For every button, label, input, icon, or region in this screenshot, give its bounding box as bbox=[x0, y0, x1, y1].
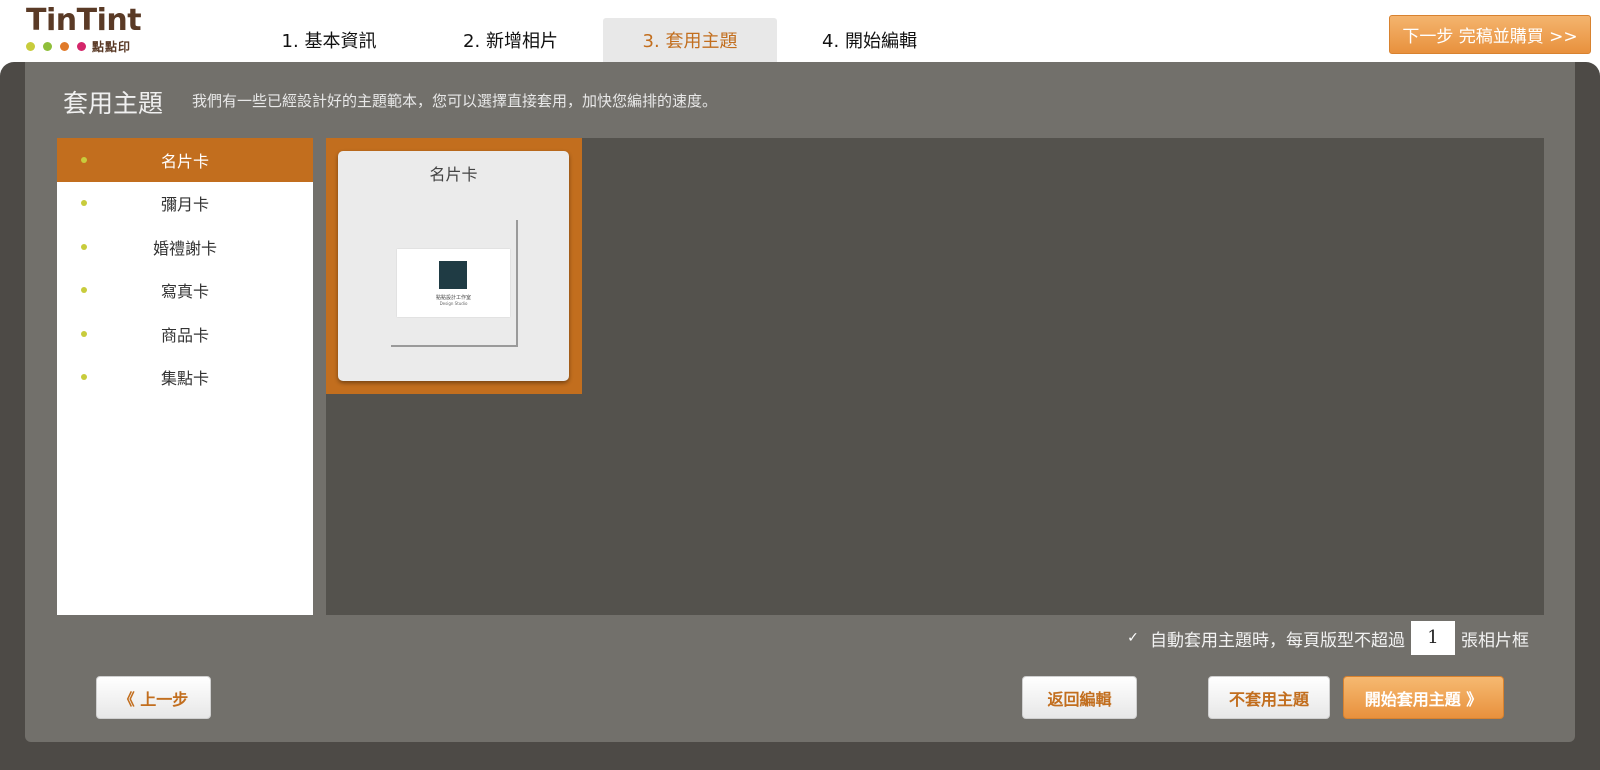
logo-dot bbox=[43, 42, 52, 51]
bullet-icon bbox=[81, 330, 87, 337]
thumbnail-logo-icon bbox=[439, 261, 467, 289]
thumbnail-text: 點點設計工作室 bbox=[435, 295, 471, 301]
auto-apply-checkbox[interactable]: ✓ bbox=[1126, 631, 1140, 645]
theme-thumbnail: 點點設計工作室 Design Studio bbox=[397, 249, 510, 317]
category-list: 名片卡 彌月卡 婚禮謝卡 寫真卡 商品卡 集點卡 bbox=[57, 138, 313, 615]
theme-card[interactable]: 名片卡 點點設計工作室 Design Studio bbox=[338, 151, 569, 381]
auto-apply-label: 自動套用主題時，每頁版型不超過 bbox=[1150, 630, 1405, 651]
category-item-business-card[interactable]: 名片卡 bbox=[57, 138, 313, 182]
category-label: 名片卡 bbox=[160, 151, 209, 171]
auto-apply-option: ✓ 自動套用主題時，每頁版型不超過 1 張相片框 bbox=[1126, 621, 1529, 655]
bullet-icon bbox=[81, 287, 87, 294]
category-item-photo-card[interactable]: 寫真卡 bbox=[57, 269, 313, 313]
page-description: 我們有一些已經設計好的主題範本，您可以選擇直接套用，加快您編排的速度。 bbox=[192, 92, 718, 110]
logo-dot bbox=[77, 42, 86, 51]
back-to-edit-button[interactable]: 返回編輯 bbox=[1022, 676, 1137, 719]
category-item-product-card[interactable]: 商品卡 bbox=[57, 312, 313, 356]
logo-text: TinTint bbox=[26, 3, 142, 38]
category-label: 商品卡 bbox=[160, 325, 209, 345]
bullet-icon bbox=[81, 243, 87, 250]
logo-cn: 點點印 bbox=[92, 40, 132, 54]
step-start-editing[interactable]: 4. 開始編輯 bbox=[777, 18, 962, 62]
category-label: 婚禮謝卡 bbox=[152, 238, 217, 258]
category-item-baby-card[interactable]: 彌月卡 bbox=[57, 182, 313, 226]
thumbnail-subtext: Design Studio bbox=[439, 301, 468, 306]
category-item-wedding-card[interactable]: 婚禮謝卡 bbox=[57, 225, 313, 269]
logo-dot bbox=[60, 42, 69, 51]
bullet-icon bbox=[81, 200, 87, 207]
step-add-photos[interactable]: 2. 新增相片 bbox=[418, 18, 603, 62]
step-basic-info[interactable]: 1. 基本資訊 bbox=[240, 18, 418, 62]
frame-count-input[interactable]: 1 bbox=[1411, 621, 1455, 655]
category-label: 集點卡 bbox=[160, 369, 209, 389]
auto-apply-suffix: 張相片框 bbox=[1461, 630, 1529, 651]
category-label: 寫真卡 bbox=[160, 282, 209, 302]
header: TinTint 點點印 1. 基本資訊 2. 新增相片 3. 套用主題 4. 開… bbox=[0, 0, 1600, 62]
no-theme-button[interactable]: 不套用主題 bbox=[1208, 676, 1330, 719]
bullet-icon bbox=[81, 156, 87, 163]
bullet-icon bbox=[81, 374, 87, 381]
category-label: 彌月卡 bbox=[160, 195, 209, 215]
page-title: 套用主題 bbox=[63, 89, 164, 118]
theme-card-title: 名片卡 bbox=[429, 165, 478, 184]
step-apply-theme[interactable]: 3. 套用主題 bbox=[603, 18, 777, 62]
logo-sub: 點點印 bbox=[26, 38, 166, 55]
apply-theme-button[interactable]: 開始套用主題 》 bbox=[1343, 676, 1504, 719]
category-item-stamp-card[interactable]: 集點卡 bbox=[57, 356, 313, 400]
logo[interactable]: TinTint 點點印 bbox=[26, 6, 166, 54]
logo-dot bbox=[26, 42, 35, 51]
step-nav: 1. 基本資訊 2. 新增相片 3. 套用主題 4. 開始編輯 bbox=[240, 18, 962, 62]
previous-step-button[interactable]: 《 上一步 bbox=[96, 676, 211, 719]
next-checkout-button[interactable]: 下一步 完稿並購買 >> bbox=[1389, 15, 1591, 54]
